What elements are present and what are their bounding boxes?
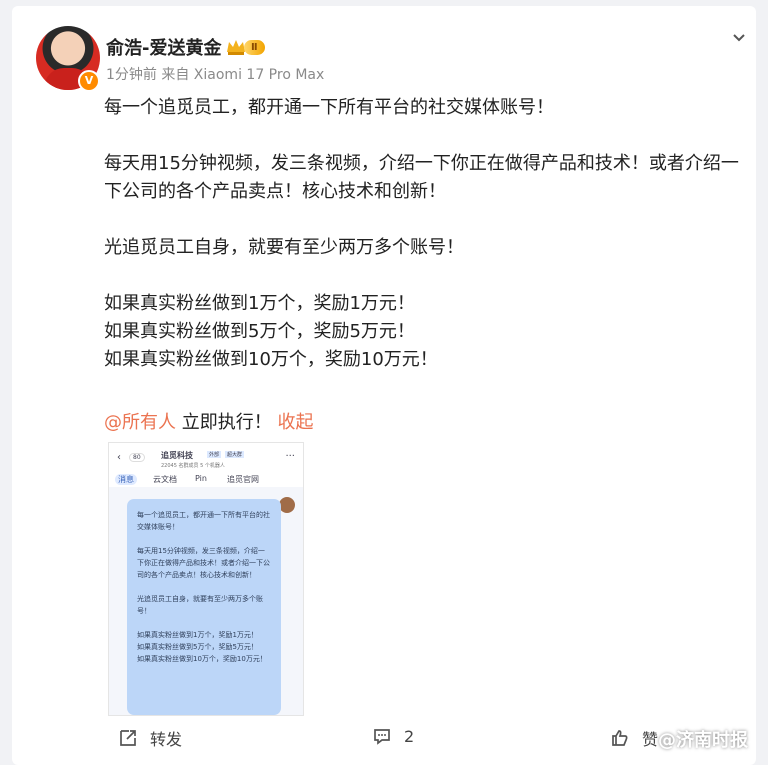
docs-tab: 云文档 bbox=[153, 475, 177, 484]
share-icon bbox=[120, 730, 136, 746]
message-bubble: 每一个追觅员工，都开通一下所有平台的社交媒体账号！ 每天用15分钟视频，发三条视… bbox=[127, 499, 281, 715]
verified-badge-icon: V bbox=[78, 70, 100, 92]
user-level-badge: Ⅱ bbox=[244, 40, 265, 55]
chat-toolbar: 消息 云文档 Pin 追觅官网 bbox=[109, 470, 303, 487]
collapse-button[interactable]: 收起 bbox=[277, 412, 313, 433]
source-watermark: @济南时报 bbox=[658, 730, 748, 751]
more-icon: ··· bbox=[285, 451, 295, 462]
comment-button[interactable]: 2 bbox=[372, 726, 414, 746]
mention-link[interactable]: @所有人 bbox=[104, 412, 176, 433]
comment-count: 2 bbox=[404, 726, 415, 746]
like-button[interactable]: 赞 bbox=[610, 726, 658, 750]
repost-button[interactable]: 转发 bbox=[118, 726, 182, 750]
post-content: 每一个追觅员工，都开通一下所有平台的社交媒体账号！ 每天用15分钟视频，发三条视… bbox=[104, 97, 739, 370]
post-actions-bar: 转发 2 赞 @济南时报 bbox=[12, 726, 756, 756]
weibo-post-card: V 俞浩-爱送黄金 Ⅱ 1分钟前 来自 Xiaomi 17 Pro Max 每一… bbox=[12, 6, 756, 765]
unread-count: 80 bbox=[129, 453, 145, 462]
username[interactable]: 俞浩-爱送黄金 bbox=[106, 34, 221, 60]
pin-tab: Pin bbox=[195, 474, 207, 483]
repost-label: 转发 bbox=[150, 730, 183, 749]
chevron-down-icon[interactable] bbox=[730, 28, 748, 46]
message-tab: 消息 bbox=[115, 474, 137, 485]
comment-icon bbox=[374, 729, 390, 745]
sender-avatar bbox=[279, 497, 295, 513]
post-instruction: 立即执行！ bbox=[176, 412, 278, 433]
post-action-row: @所有人 立即执行！ 收起 bbox=[104, 408, 313, 434]
like-label: 赞 bbox=[642, 730, 659, 749]
chat-screenshot-image[interactable]: ‹ 80 追觅科技 外部 超大群 22045 名群成员 5 个机器人 ··· 消… bbox=[108, 442, 304, 716]
back-icon: ‹ bbox=[117, 452, 121, 463]
group-name: 追觅科技 bbox=[161, 451, 193, 460]
thumbs-up-icon bbox=[612, 730, 628, 746]
large-group-tag: 超大群 bbox=[225, 451, 245, 458]
message-text: 每一个追觅员工，都开通一下所有平台的社交媒体账号！ 每天用15分钟视频，发三条视… bbox=[137, 511, 270, 663]
member-count: 22045 名群成员 5 个机器人 bbox=[161, 463, 225, 469]
external-tag: 外部 bbox=[207, 451, 222, 458]
website-tab: 追觅官网 bbox=[227, 475, 259, 484]
post-meta: 1分钟前 来自 Xiaomi 17 Pro Max bbox=[106, 67, 325, 83]
